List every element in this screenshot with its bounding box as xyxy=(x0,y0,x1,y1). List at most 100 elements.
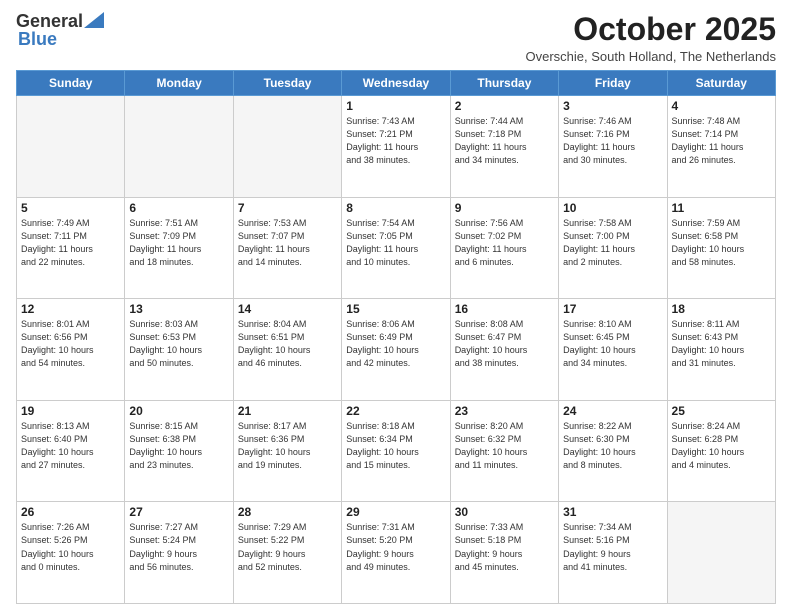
page: General Blue October 2025 Overschie, Sou… xyxy=(0,0,792,612)
calendar-cell: 23 Sunrise: 8:20 AM Sunset: 6:32 PM Dayli… xyxy=(450,400,558,502)
day-info: Sunrise: 8:06 AM Sunset: 6:49 PM Dayligh… xyxy=(346,318,445,370)
day-info: Sunrise: 7:48 AM Sunset: 7:14 PM Dayligh… xyxy=(672,115,771,167)
day-number: 22 xyxy=(346,404,445,418)
day-info: Sunrise: 7:44 AM Sunset: 7:18 PM Dayligh… xyxy=(455,115,554,167)
header: General Blue October 2025 Overschie, Sou… xyxy=(16,12,776,64)
day-info: Sunrise: 8:18 AM Sunset: 6:34 PM Dayligh… xyxy=(346,420,445,472)
calendar-cell: 20 Sunrise: 8:15 AM Sunset: 6:38 PM Dayli… xyxy=(125,400,233,502)
day-info: Sunrise: 7:59 AM Sunset: 6:58 PM Dayligh… xyxy=(672,217,771,269)
calendar-cell: 18 Sunrise: 8:11 AM Sunset: 6:43 PM Dayli… xyxy=(667,299,775,401)
day-info: Sunrise: 8:20 AM Sunset: 6:32 PM Dayligh… xyxy=(455,420,554,472)
day-number: 6 xyxy=(129,201,228,215)
day-number: 19 xyxy=(21,404,120,418)
day-info: Sunrise: 7:49 AM Sunset: 7:11 PM Dayligh… xyxy=(21,217,120,269)
calendar-cell: 21Sunrise: 8:17 AM Sunset: 6:36 PM Dayli… xyxy=(233,400,341,502)
calendar-day-header: Saturday xyxy=(667,71,775,96)
calendar-cell: 6 Sunrise: 7:51 AM Sunset: 7:09 PM Daylig… xyxy=(125,197,233,299)
day-number: 10 xyxy=(563,201,662,215)
day-number: 15 xyxy=(346,302,445,316)
calendar-week-row: 1 Sunrise: 7:43 AM Sunset: 7:21 PM Daylig… xyxy=(17,96,776,198)
calendar-cell: 16 Sunrise: 8:08 AM Sunset: 6:47 PM Dayli… xyxy=(450,299,558,401)
calendar-cell: 29 Sunrise: 7:31 AM Sunset: 5:20 PM Dayli… xyxy=(342,502,450,604)
day-number: 5 xyxy=(21,201,120,215)
calendar-day-header: Friday xyxy=(559,71,667,96)
day-info: Sunrise: 7:31 AM Sunset: 5:20 PM Dayligh… xyxy=(346,521,445,573)
day-info: Sunrise: 7:51 AM Sunset: 7:09 PM Dayligh… xyxy=(129,217,228,269)
calendar-cell: 25Sunrise: 8:24 AM Sunset: 6:28 PM Dayli… xyxy=(667,400,775,502)
calendar-cell: 19Sunrise: 8:13 AM Sunset: 6:40 PM Dayli… xyxy=(17,400,125,502)
day-number: 31 xyxy=(563,505,662,519)
calendar-cell: 4 Sunrise: 7:48 AM Sunset: 7:14 PM Daylig… xyxy=(667,96,775,198)
calendar-cell: 1 Sunrise: 7:43 AM Sunset: 7:21 PM Daylig… xyxy=(342,96,450,198)
calendar-cell: 30 Sunrise: 7:33 AM Sunset: 5:18 PM Dayli… xyxy=(450,502,558,604)
day-number: 1 xyxy=(346,99,445,113)
day-number: 11 xyxy=(672,201,771,215)
calendar-cell: 28 Sunrise: 7:29 AM Sunset: 5:22 PM Dayli… xyxy=(233,502,341,604)
calendar-day-header: Tuesday xyxy=(233,71,341,96)
calendar-cell: 12Sunrise: 8:01 AM Sunset: 6:56 PM Dayli… xyxy=(17,299,125,401)
calendar-cell: 26Sunrise: 7:26 AM Sunset: 5:26 PM Dayli… xyxy=(17,502,125,604)
day-info: Sunrise: 8:24 AM Sunset: 6:28 PM Dayligh… xyxy=(672,420,771,472)
day-info: Sunrise: 7:43 AM Sunset: 7:21 PM Dayligh… xyxy=(346,115,445,167)
calendar-cell: 9 Sunrise: 7:56 AM Sunset: 7:02 PM Daylig… xyxy=(450,197,558,299)
day-number: 20 xyxy=(129,404,228,418)
calendar-week-row: 5 Sunrise: 7:49 AM Sunset: 7:11 PM Daylig… xyxy=(17,197,776,299)
calendar-cell xyxy=(667,502,775,604)
day-number: 3 xyxy=(563,99,662,113)
calendar-day-header: Monday xyxy=(125,71,233,96)
calendar-cell: 7Sunrise: 7:53 AM Sunset: 7:07 PM Daylig… xyxy=(233,197,341,299)
calendar-cell: 31Sunrise: 7:34 AM Sunset: 5:16 PM Dayli… xyxy=(559,502,667,604)
calendar-cell: 13 Sunrise: 8:03 AM Sunset: 6:53 PM Dayli… xyxy=(125,299,233,401)
day-number: 9 xyxy=(455,201,554,215)
calendar-cell: 15 Sunrise: 8:06 AM Sunset: 6:49 PM Dayli… xyxy=(342,299,450,401)
logo-blue-text: Blue xyxy=(18,30,57,48)
calendar-day-header: Sunday xyxy=(17,71,125,96)
day-number: 28 xyxy=(238,505,337,519)
calendar-cell xyxy=(233,96,341,198)
calendar-cell: 27Sunrise: 7:27 AM Sunset: 5:24 PM Dayli… xyxy=(125,502,233,604)
day-info: Sunrise: 8:11 AM Sunset: 6:43 PM Dayligh… xyxy=(672,318,771,370)
day-info: Sunrise: 7:27 AM Sunset: 5:24 PM Dayligh… xyxy=(129,521,228,573)
day-info: Sunrise: 8:04 AM Sunset: 6:51 PM Dayligh… xyxy=(238,318,337,370)
day-info: Sunrise: 7:46 AM Sunset: 7:16 PM Dayligh… xyxy=(563,115,662,167)
day-info: Sunrise: 8:08 AM Sunset: 6:47 PM Dayligh… xyxy=(455,318,554,370)
calendar-cell: 22 Sunrise: 8:18 AM Sunset: 6:34 PM Dayli… xyxy=(342,400,450,502)
day-number: 30 xyxy=(455,505,554,519)
day-number: 24 xyxy=(563,404,662,418)
calendar-week-row: 12Sunrise: 8:01 AM Sunset: 6:56 PM Dayli… xyxy=(17,299,776,401)
title-area: October 2025 Overschie, South Holland, T… xyxy=(525,12,776,64)
day-info: Sunrise: 7:53 AM Sunset: 7:07 PM Dayligh… xyxy=(238,217,337,269)
calendar-day-header: Wednesday xyxy=(342,71,450,96)
day-info: Sunrise: 7:56 AM Sunset: 7:02 PM Dayligh… xyxy=(455,217,554,269)
calendar-cell: 24 Sunrise: 8:22 AM Sunset: 6:30 PM Dayli… xyxy=(559,400,667,502)
day-info: Sunrise: 7:33 AM Sunset: 5:18 PM Dayligh… xyxy=(455,521,554,573)
day-info: Sunrise: 7:29 AM Sunset: 5:22 PM Dayligh… xyxy=(238,521,337,573)
calendar-cell: 14 Sunrise: 8:04 AM Sunset: 6:51 PM Dayli… xyxy=(233,299,341,401)
day-info: Sunrise: 8:15 AM Sunset: 6:38 PM Dayligh… xyxy=(129,420,228,472)
day-number: 2 xyxy=(455,99,554,113)
calendar-cell: 2 Sunrise: 7:44 AM Sunset: 7:18 PM Daylig… xyxy=(450,96,558,198)
day-info: Sunrise: 7:58 AM Sunset: 7:00 PM Dayligh… xyxy=(563,217,662,269)
calendar-week-row: 19Sunrise: 8:13 AM Sunset: 6:40 PM Dayli… xyxy=(17,400,776,502)
month-title: October 2025 xyxy=(525,12,776,47)
calendar-cell: 10 Sunrise: 7:58 AM Sunset: 7:00 PM Dayli… xyxy=(559,197,667,299)
logo: General Blue xyxy=(16,12,104,48)
day-number: 14 xyxy=(238,302,337,316)
calendar-cell: 3 Sunrise: 7:46 AM Sunset: 7:16 PM Daylig… xyxy=(559,96,667,198)
day-number: 18 xyxy=(672,302,771,316)
day-number: 16 xyxy=(455,302,554,316)
day-info: Sunrise: 8:22 AM Sunset: 6:30 PM Dayligh… xyxy=(563,420,662,472)
location: Overschie, South Holland, The Netherland… xyxy=(525,49,776,64)
day-number: 4 xyxy=(672,99,771,113)
day-info: Sunrise: 8:03 AM Sunset: 6:53 PM Dayligh… xyxy=(129,318,228,370)
day-info: Sunrise: 8:10 AM Sunset: 6:45 PM Dayligh… xyxy=(563,318,662,370)
day-number: 23 xyxy=(455,404,554,418)
calendar-week-row: 26Sunrise: 7:26 AM Sunset: 5:26 PM Dayli… xyxy=(17,502,776,604)
day-number: 17 xyxy=(563,302,662,316)
day-number: 21 xyxy=(238,404,337,418)
day-info: Sunrise: 7:54 AM Sunset: 7:05 PM Dayligh… xyxy=(346,217,445,269)
day-number: 29 xyxy=(346,505,445,519)
day-number: 13 xyxy=(129,302,228,316)
logo-icon xyxy=(84,12,104,28)
calendar-cell xyxy=(125,96,233,198)
